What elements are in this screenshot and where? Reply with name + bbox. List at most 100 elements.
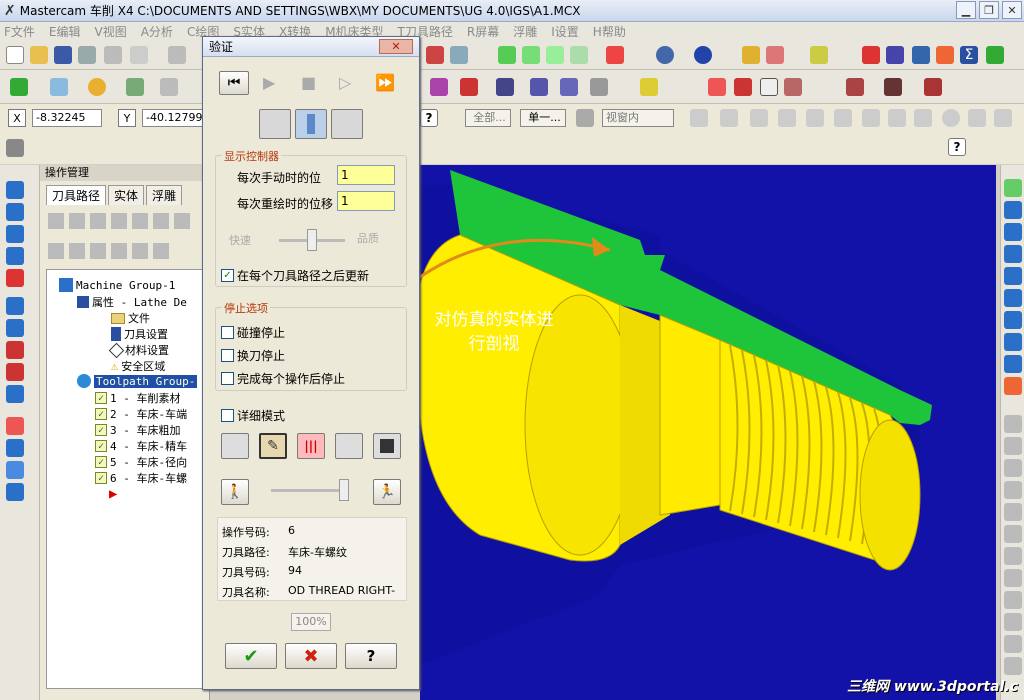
select-all-ops-icon[interactable] [48, 213, 64, 229]
line-icon[interactable] [50, 78, 68, 96]
offset-icon[interactable] [496, 78, 514, 96]
disabled-3-icon[interactable] [1004, 459, 1022, 477]
list-icon[interactable] [734, 78, 752, 96]
display-mode-3-button[interactable] [331, 109, 363, 139]
tree-node[interactable]: ✓ 2 - 车床-车端 [95, 406, 187, 422]
export-icon[interactable] [6, 461, 24, 479]
tab-solids[interactable]: 实体 [108, 185, 145, 205]
disabled-4-icon[interactable] [1004, 481, 1022, 499]
disabled-9-icon[interactable] [1004, 591, 1022, 609]
undo-icon[interactable] [168, 46, 186, 64]
move-down-icon[interactable] [111, 243, 127, 259]
menu-edit[interactable]: E编辑 [49, 23, 81, 40]
wave-icon[interactable] [1004, 311, 1022, 329]
shape-4-icon[interactable] [834, 109, 852, 127]
display-mode-1-button[interactable] [259, 109, 291, 139]
attrib-icon[interactable] [1004, 245, 1022, 263]
no-select-icon[interactable] [942, 109, 960, 127]
measure-button[interactable] [335, 433, 363, 459]
disabled-5-icon[interactable] [1004, 503, 1022, 521]
disabled-8-icon[interactable] [1004, 569, 1022, 587]
save-stl-button[interactable] [373, 433, 401, 459]
pattern-icon[interactable] [884, 78, 902, 96]
cube-green-icon[interactable] [1004, 179, 1022, 197]
shape-7-icon[interactable] [914, 109, 932, 127]
disabled-10-icon[interactable] [1004, 613, 1022, 631]
shape-6-icon[interactable] [888, 109, 906, 127]
tree-node[interactable]: 材料设置 [108, 342, 169, 358]
menu-screen[interactable]: R屏幕 [467, 23, 499, 40]
disabled-12-icon[interactable] [1004, 657, 1022, 675]
id-icon[interactable] [6, 483, 24, 501]
cube-iso-icon[interactable] [498, 46, 516, 64]
tree-node[interactable]: 属性 - Lathe De [77, 294, 187, 310]
save-icon[interactable] [54, 46, 72, 64]
delete-icon[interactable] [6, 363, 24, 381]
post-icon[interactable] [6, 417, 24, 435]
move-up-icon[interactable] [132, 243, 148, 259]
highfeed-icon[interactable] [153, 213, 169, 229]
tree-node[interactable]: ✓ 4 - 车床-精车 [95, 438, 187, 454]
toggle-display-icon[interactable] [69, 243, 85, 259]
dialog-close-button[interactable]: ✕ [379, 39, 413, 54]
section-view-button[interactable]: ✎ [259, 433, 287, 459]
tree-node[interactable]: Toolpath Group- [77, 374, 198, 388]
spline-icon[interactable] [160, 78, 178, 96]
open-folder-icon[interactable] [30, 46, 48, 64]
menu-view[interactable]: V视图 [95, 23, 127, 40]
module-icon[interactable] [986, 46, 1004, 64]
trim-icon[interactable] [460, 78, 478, 96]
shape-3-icon[interactable] [806, 109, 824, 127]
eraser-icon[interactable] [766, 46, 784, 64]
ok-button[interactable]: ✔ [225, 643, 277, 669]
stop-collision-checkbox[interactable]: 碰撞停止 [221, 324, 285, 341]
play-button[interactable]: ▶ [263, 73, 275, 92]
eraser-small-icon[interactable] [6, 341, 24, 359]
shape-2-icon[interactable] [778, 109, 796, 127]
cube-side-icon[interactable] [570, 46, 588, 64]
fillet-icon[interactable] [126, 78, 144, 96]
level-icon[interactable] [1004, 267, 1022, 285]
shape-8-icon[interactable] [968, 109, 986, 127]
paint-icon[interactable] [784, 78, 802, 96]
post-small-icon[interactable] [132, 213, 148, 229]
help-pointer-icon[interactable] [862, 46, 880, 64]
verbose-checkbox[interactable]: 详细模式 [221, 407, 285, 424]
chart-icon[interactable] [936, 46, 954, 64]
shape-9-icon[interactable] [994, 109, 1012, 127]
redraw-field[interactable]: 1 [337, 191, 395, 211]
close-window-button[interactable]: ✕ [1002, 1, 1022, 19]
solid-icon[interactable] [846, 78, 864, 96]
point-icon[interactable] [10, 78, 28, 96]
globe-icon[interactable] [656, 46, 674, 64]
dialog-titlebar[interactable]: 验证 ✕ [203, 37, 419, 57]
disabled-11-icon[interactable] [1004, 635, 1022, 653]
insert-icon[interactable] [153, 243, 169, 259]
sphere-icon[interactable] [694, 46, 712, 64]
tab-toolpaths[interactable]: 刀具路径 [46, 185, 107, 205]
arrow-down-icon[interactable] [6, 247, 24, 265]
pointer-icon[interactable] [720, 109, 738, 127]
disabled-6-icon[interactable] [1004, 525, 1022, 543]
highlight-icon[interactable] [810, 46, 828, 64]
regen-icon[interactable] [69, 213, 85, 229]
analyze-icon[interactable] [886, 46, 904, 64]
grid-small-icon[interactable] [6, 439, 24, 457]
step-forward-button[interactable]: ▷ [339, 73, 351, 92]
tool-2-icon[interactable] [450, 46, 468, 64]
menu-settings[interactable]: I设置 [551, 23, 579, 40]
section-tool-1-button[interactable] [221, 433, 249, 459]
sigma-icon[interactable]: Σ [960, 46, 978, 64]
tree-node[interactable]: 文件 [111, 310, 150, 326]
save-small-icon[interactable] [1004, 223, 1022, 241]
tree-node[interactable]: ✓ 3 - 车床粗加 [95, 422, 181, 438]
menu-analyze[interactable]: A分析 [141, 23, 173, 40]
toggle-post-icon[interactable] [90, 243, 106, 259]
menu-file[interactable]: F文件 [4, 23, 35, 40]
print-preview-icon[interactable] [104, 46, 122, 64]
fast-forward-button[interactable]: ⏩ [375, 73, 395, 92]
help-icon-2[interactable]: ? [948, 138, 966, 156]
stop-toolchange-checkbox[interactable]: 换刀停止 [221, 347, 285, 364]
select-all-button[interactable]: 全部... [465, 109, 511, 127]
help-icon[interactable]: ? [420, 109, 438, 127]
